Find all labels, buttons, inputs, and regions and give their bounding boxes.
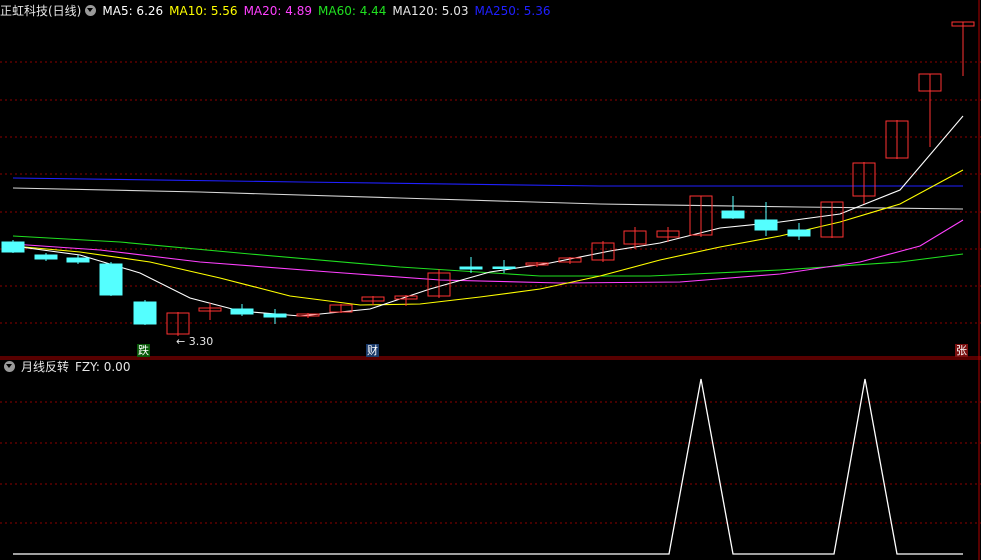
- grid-lines: [0, 0, 981, 560]
- candle-body-down: [230, 308, 254, 315]
- settings-dropdown-icon[interactable]: [85, 5, 97, 16]
- tag-cai: 财: [366, 344, 379, 357]
- tag-die: 跌: [137, 344, 150, 357]
- candle-body-down: [459, 266, 483, 270]
- candle-body-down: [1, 241, 25, 253]
- low-price-label: ← 3.30: [176, 335, 214, 348]
- candlesticks: [1, 21, 975, 336]
- candle-body-down: [66, 257, 90, 263]
- indicator-title: 月线反转: [21, 360, 70, 374]
- candle-body-down: [721, 210, 745, 219]
- ma-legend-item: MA60: 4.44: [318, 4, 387, 18]
- ma-legend: MA5: 6.26 MA10: 5.56 MA20: 4.89 MA60: 4.44 M…: [102, 4, 556, 18]
- indicator-legend: 月线反转 FZY: 0.00: [0, 358, 136, 376]
- candle-body-down: [34, 254, 58, 260]
- fzy-line: [13, 378, 963, 555]
- candle-body-down: [99, 263, 123, 296]
- candle-body-down: [263, 313, 287, 318]
- price-legend: 正虹科技(日线) MA5: 6.26 MA10: 5.56 MA20: 4.89 MA6…: [0, 2, 563, 20]
- candle-body-down: [754, 219, 778, 231]
- fzy-indicator: [13, 378, 963, 555]
- stock-chart: [0, 0, 981, 560]
- ma-legend-item: MA5: 6.26: [102, 4, 164, 18]
- ma-legend-item: MA250: 5.36: [474, 4, 551, 18]
- indicator-value: FZY: 0.00: [75, 360, 131, 374]
- indicator-dropdown-icon[interactable]: [4, 361, 15, 372]
- stock-title: 正虹科技(日线): [0, 4, 82, 18]
- tag-zhang: 张: [955, 344, 968, 357]
- ma-legend-item: MA10: 5.56: [169, 4, 238, 18]
- candle-body-down: [492, 266, 516, 269]
- ma60-line: [12, 235, 964, 277]
- candle-body-down: [787, 229, 811, 237]
- ma-legend-item: MA120: 5.03: [392, 4, 469, 18]
- ma250-line: [12, 177, 963, 187]
- candle-body-down: [133, 301, 157, 325]
- ma-legend-item: MA20: 4.89: [243, 4, 312, 18]
